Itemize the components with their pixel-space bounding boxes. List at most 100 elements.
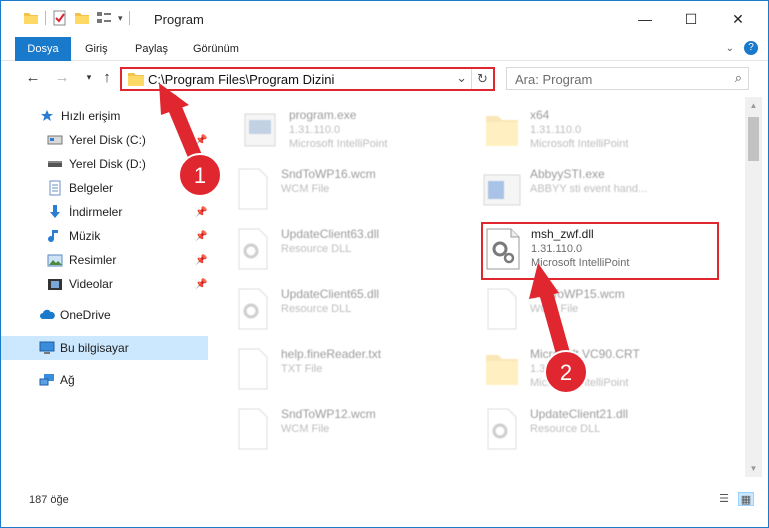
dll-icon (487, 408, 517, 450)
sidebar-item-label: Ağ (60, 373, 75, 387)
sidebar-item-local-disk-d[interactable]: Yerel Disk (D:) 📌 (1, 152, 208, 176)
file-version: WCM File (281, 423, 330, 435)
sidebar-item-pictures[interactable]: Resimler 📌 (1, 248, 208, 272)
pictures-icon (47, 252, 63, 268)
view-options-icon[interactable] (96, 10, 112, 26)
computer-icon (39, 340, 55, 356)
properties-icon[interactable] (52, 10, 68, 26)
up-button[interactable]: ↑ (97, 69, 117, 86)
customize-toolbar-chevron-icon[interactable]: ▾ (118, 13, 123, 24)
file-name: UpdateClient63.dll (281, 227, 380, 241)
exe-icon (483, 174, 521, 206)
list-item[interactable]: UpdateClient63.dll Resource DLL (233, 221, 473, 277)
search-box[interactable]: Ara: Program ⌕ (506, 67, 749, 90)
file-icon (487, 288, 517, 330)
file-icon (238, 348, 268, 390)
sidebar-item-documents[interactable]: Belgeler 📌 (1, 176, 208, 200)
file-name: SndToWP12.wcm (281, 407, 376, 421)
scroll-up-icon[interactable]: ▲ (745, 97, 762, 114)
maximize-button[interactable]: ☐ (668, 1, 714, 37)
disk-icon (47, 156, 63, 172)
sidebar-item-quick-access[interactable]: Hızlı erişim (1, 104, 208, 128)
sidebar-item-label: Hızlı erişim (61, 109, 121, 123)
file-version: WCM File (281, 183, 330, 195)
search-icon[interactable]: ⌕ (735, 70, 742, 86)
title-bar: ▾ Program — ☐ ✕ (1, 1, 768, 37)
pin-icon: 📌 (195, 134, 208, 146)
exe-icon (244, 113, 276, 147)
sidebar-item-label: Bu bilgisayar (60, 341, 129, 355)
file-version: 1.31.110.0 (530, 363, 582, 375)
file-version: 1.31.110.0 (289, 124, 341, 136)
view-switcher: ☰ ▦ (716, 492, 754, 506)
sidebar-item-label: Belgeler (69, 181, 114, 195)
sidebar-item-videos[interactable]: Videolar 📌 (1, 272, 208, 296)
sidebar-item-label: Yerel Disk (C:) (69, 133, 146, 147)
highlight-box (481, 222, 719, 280)
list-item[interactable]: program.exe 1.31.110.0 Microsoft Intelli… (241, 102, 481, 158)
sidebar-item-label: Videolar (69, 277, 113, 291)
file-name: AbbyySTI.exe (530, 167, 605, 181)
list-item[interactable]: UpdateClient65.dll Resource DLL (233, 281, 473, 337)
forward-button[interactable]: → (52, 69, 72, 86)
sidebar-item-label: Resimler (69, 253, 117, 267)
pin-icon: 📌 (195, 182, 208, 194)
tab-home[interactable]: Giriş (75, 37, 118, 61)
list-item[interactable]: help.fineReader.txt TXT File (233, 341, 473, 397)
sidebar-item-this-pc[interactable]: Bu bilgisayar (1, 336, 208, 360)
list-item[interactable]: AbbyySTI.exe ABBYY sti event hand... (482, 161, 722, 217)
back-button[interactable]: ← (23, 69, 43, 86)
address-bar[interactable]: C:\Program Files\Program Dizini ⌄ ↻ (120, 67, 495, 91)
help-icon[interactable]: ? (744, 41, 758, 55)
expand-ribbon-icon[interactable]: ⌄ (726, 43, 734, 54)
file-version: Resource DLL (530, 423, 601, 435)
pin-icon: 📌 (195, 158, 208, 170)
details-view-icon[interactable]: ☰ (716, 492, 732, 506)
file-icon (238, 408, 268, 450)
file-description: Microsoft IntelliPoint (530, 377, 629, 389)
refresh-icon[interactable]: ↻ (471, 69, 493, 89)
folder-icon (128, 73, 144, 86)
folder-icon[interactable] (23, 10, 39, 26)
search-placeholder[interactable]: Ara: Program (515, 72, 592, 87)
file-name: help.fineReader.txt (281, 347, 382, 361)
sidebar-item-music[interactable]: Müzik 📌 (1, 224, 208, 248)
videos-icon (47, 276, 63, 292)
list-item[interactable]: UpdateClient21.dll Resource DLL (482, 401, 722, 457)
file-name: SndToWP16.wcm (281, 167, 376, 181)
list-item[interactable]: SndToWP15.wcm WCM File (482, 281, 722, 337)
vertical-scrollbar[interactable]: ▲ ▼ (745, 97, 762, 477)
ribbon-right: ⌄ ? (726, 41, 758, 55)
file-icon (238, 168, 268, 210)
tiles-view-icon[interactable]: ▦ (738, 492, 754, 506)
list-item[interactable]: Microsoft.VC90.CRT 1.31.110.0 Microsoft … (482, 341, 722, 397)
address-path[interactable]: C:\Program Files\Program Dizini (148, 72, 334, 87)
list-item[interactable]: x64 1.31.110.0 Microsoft IntelliPoint (482, 102, 722, 158)
new-folder-icon[interactable] (74, 10, 90, 26)
scroll-down-icon[interactable]: ▼ (745, 460, 762, 477)
disk-icon (47, 132, 63, 148)
close-button[interactable]: ✕ (715, 1, 761, 37)
list-item[interactable]: SndToWP12.wcm WCM File (233, 401, 473, 457)
recent-locations-chevron-icon[interactable]: ▾ (79, 72, 99, 83)
sidebar-item-downloads[interactable]: İndirmeler 📌 (1, 200, 208, 224)
navigation-pane: Hızlı erişim Yerel Disk (C:) 📌 Yerel Dis… (1, 97, 213, 485)
explorer-window: ▾ Program — ☐ ✕ Dosya Giriş Paylaş Görün… (0, 0, 769, 528)
sidebar-item-onedrive[interactable]: OneDrive (1, 303, 208, 327)
sidebar-item-local-disk-c[interactable]: Yerel Disk (C:) 📌 (1, 128, 208, 152)
minimize-button[interactable]: — (622, 1, 668, 37)
cloud-icon (39, 307, 55, 323)
sidebar-item-network[interactable]: Ağ (1, 368, 208, 392)
file-description: Microsoft IntelliPoint (289, 138, 388, 150)
network-icon (39, 372, 55, 388)
list-item[interactable]: SndToWP16.wcm WCM File (233, 161, 473, 217)
sidebar-item-label: Yerel Disk (D:) (69, 157, 146, 171)
documents-icon (47, 180, 63, 196)
tab-share[interactable]: Paylaş (125, 37, 178, 61)
scroll-thumb[interactable] (748, 117, 759, 161)
file-name: SndToWP15.wcm (530, 287, 625, 301)
tab-view[interactable]: Görünüm (183, 37, 249, 61)
status-bar: 187 öğe ☰ ▦ (1, 485, 768, 527)
address-dropdown-chevron-icon[interactable]: ⌄ (456, 70, 467, 86)
file-name: Microsoft.VC90.CRT (530, 347, 640, 361)
